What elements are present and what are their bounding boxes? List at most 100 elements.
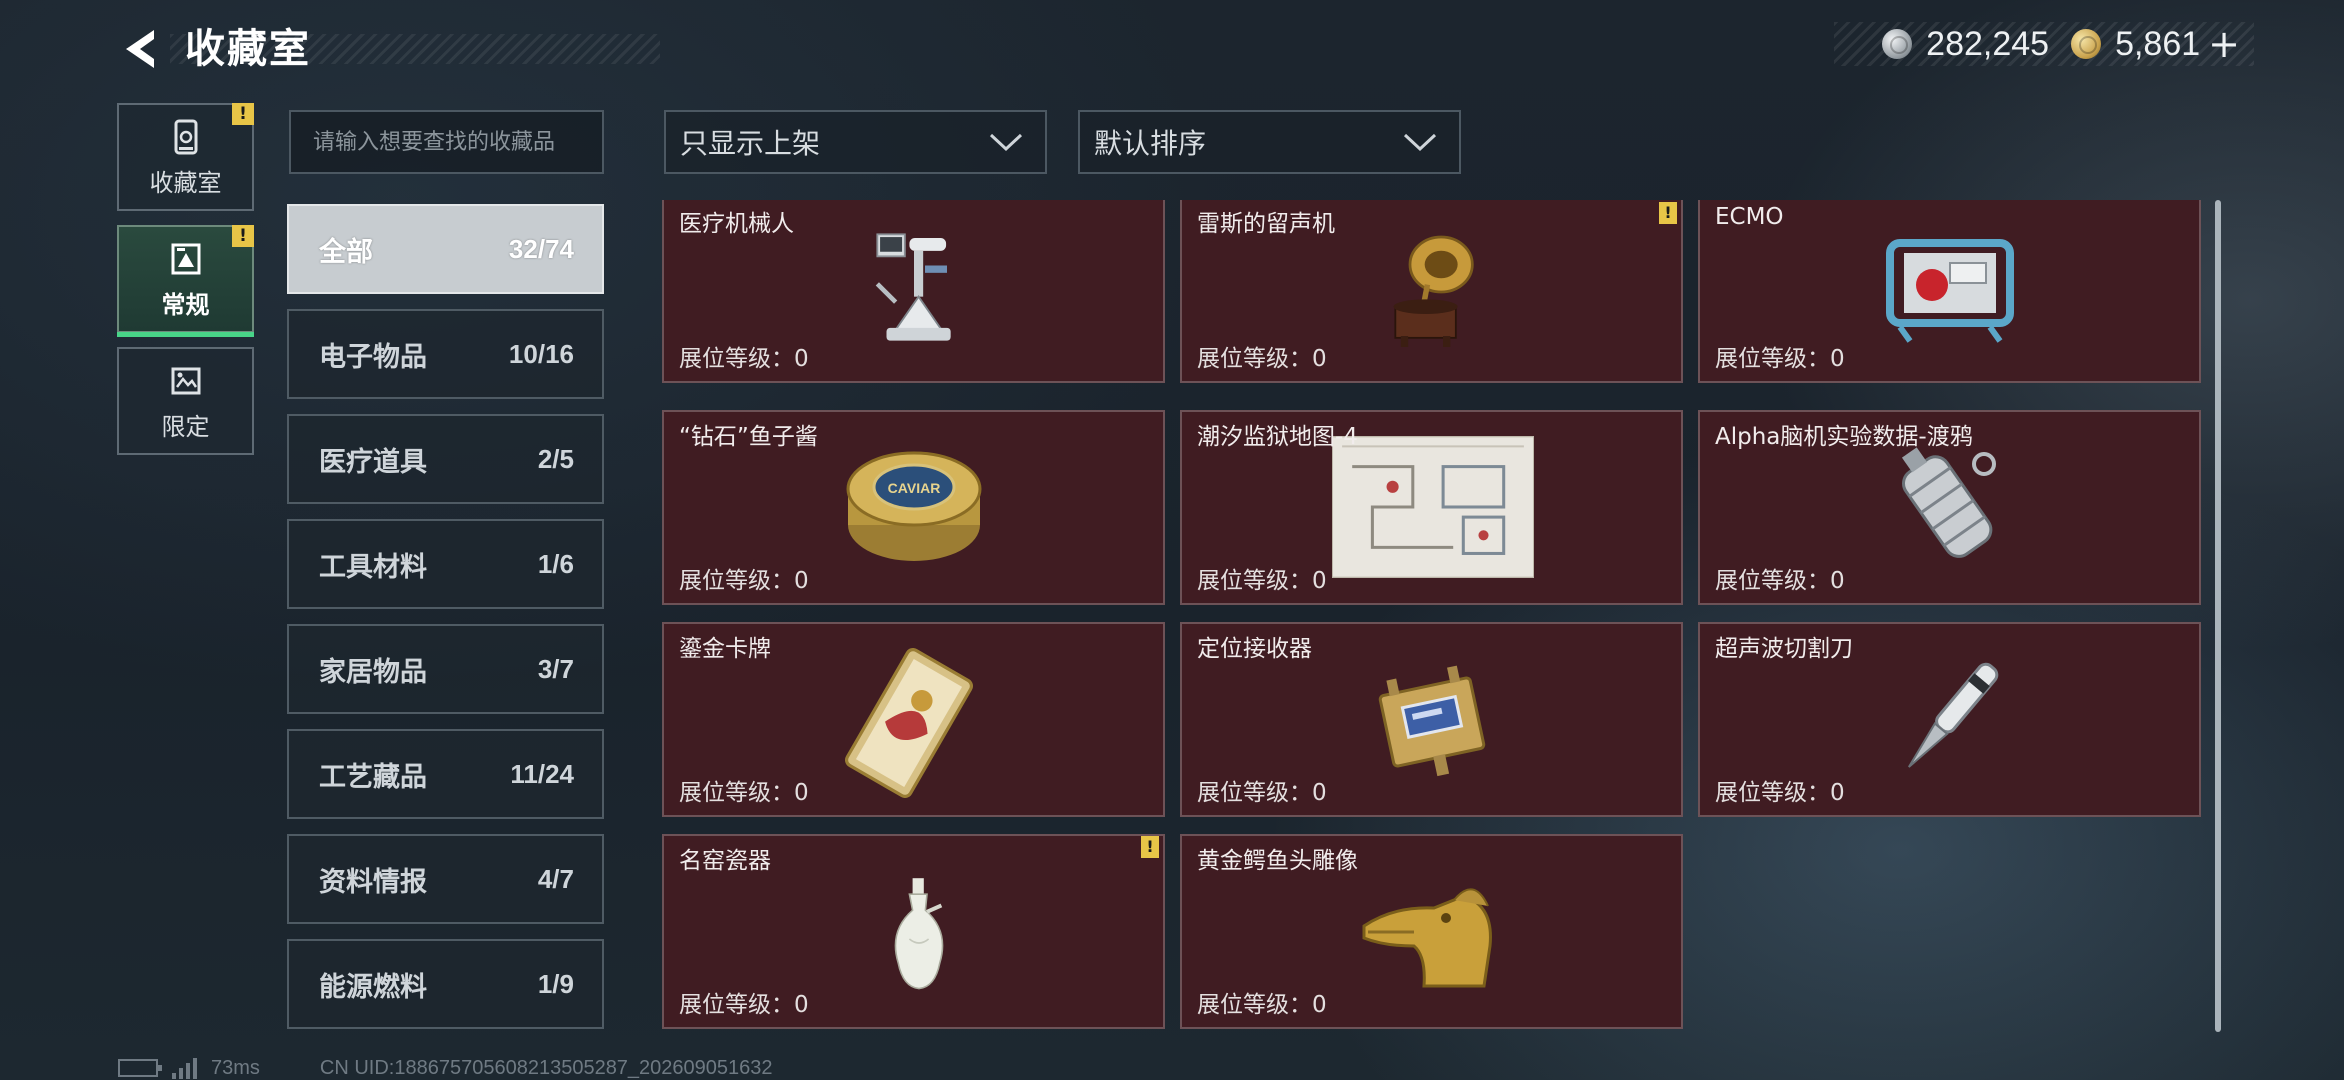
card-level: 展位等级：0: [679, 780, 809, 806]
card-level: 展位等级：0: [1715, 568, 1845, 594]
nav-label: 常规: [161, 290, 210, 319]
nav-item-limited[interactable]: 限定: [117, 347, 254, 455]
collection-card[interactable]: 定位接收器 展位等级：0: [1180, 622, 1683, 817]
add-currency-button[interactable]: +: [2208, 25, 2240, 63]
card-level: 展位等级：0: [679, 346, 809, 372]
status-footer: 73ms CN UID:18867570560821350528​7_20260…: [118, 1056, 773, 1080]
collection-grid: 医疗机械人 展位等级：0 雷斯的留声机 ! 展位等级：0 ECMO 展位等级：0…: [662, 200, 2202, 1032]
collection-card[interactable]: Alpha脑机实验数据-渡鸦 展位等级：0: [1698, 410, 2201, 605]
card-level: 展位等级：0: [679, 992, 809, 1018]
category-item-intel[interactable]: 资料情报 4/7: [287, 834, 604, 924]
card-level: 展位等级：0: [1197, 568, 1327, 594]
collection-card[interactable]: ECMO 展位等级：0: [1698, 200, 2201, 383]
category-name: 全部: [319, 236, 373, 268]
card-name: 超声波切割刀: [1715, 636, 1853, 662]
data-drive-art: [1901, 447, 1996, 558]
card-level: 展位等级：0: [1197, 992, 1327, 1018]
category-name: 电子物品: [319, 341, 427, 373]
chevron-down-icon: [989, 133, 1023, 152]
collection-card[interactable]: 鎏金卡牌 展位等级：0: [662, 622, 1165, 817]
collection-card[interactable]: 超声波切割刀 展位等级：0: [1698, 622, 2201, 817]
category-list: 全部 32/74 电子物品 10/16 医疗道具 2/5 工具材料 1/6 家居…: [287, 204, 604, 1044]
card-level: 展位等级：0: [1197, 780, 1327, 806]
card-level: 展位等级：0: [1715, 346, 1845, 372]
category-name: 医疗道具: [319, 446, 427, 478]
alert-badge: !: [232, 103, 254, 125]
category-count: 4/7: [537, 863, 574, 894]
category-item-electronics[interactable]: 电子物品 10/16: [287, 309, 604, 399]
card-name: 黄金鳄鱼头雕像: [1197, 848, 1358, 874]
category-item-crafts[interactable]: 工艺藏品 11/24: [287, 729, 604, 819]
category-name: 资料情报: [319, 866, 427, 898]
collection-card[interactable]: 潮汐监狱地图-4 展位等级：0: [1180, 410, 1683, 605]
card-name: ECMO: [1715, 204, 1784, 230]
gramophone-art: [1393, 235, 1474, 347]
category-count: 2/5: [537, 443, 574, 474]
category-count: 11/24: [510, 758, 574, 789]
prison-map-art: [1332, 436, 1534, 578]
nav-label: 收藏室: [149, 168, 222, 197]
display-filter-value: 只显示上架: [680, 127, 821, 160]
currency-bar: 282,245 5,861 +: [1834, 22, 2254, 66]
receiver-art: [1378, 665, 1486, 777]
collection-card[interactable]: 黄金鳄鱼头雕像 展位等级：0: [1180, 834, 1683, 1029]
category-item-medical[interactable]: 医疗道具 2/5: [287, 414, 604, 504]
category-item-all[interactable]: 全部 32/74: [287, 204, 604, 294]
card-name: 名窑瓷器: [679, 848, 771, 874]
category-name: 工具材料: [319, 551, 427, 583]
card-level: 展位等级：0: [679, 568, 809, 594]
collection-card[interactable]: 名窑瓷器 ! 展位等级：0: [662, 834, 1165, 1029]
grid-scrollbar[interactable]: [2215, 200, 2221, 1032]
page-title: 收藏室: [185, 26, 311, 72]
card-name: 医疗机械人: [679, 211, 794, 237]
page-header: 收藏室: [110, 22, 660, 76]
search-input[interactable]: [289, 110, 604, 174]
card-name: “钻石”鱼子酱: [679, 424, 818, 450]
category-count: 1/6: [537, 548, 574, 579]
card-level: 展位等级：0: [1197, 346, 1327, 372]
medical-robot-art: [875, 233, 951, 341]
category-count: 1/9: [537, 968, 574, 999]
card-name: 鎏金卡牌: [679, 636, 771, 662]
alert-badge: !: [232, 225, 254, 247]
category-count: 32/74: [508, 233, 574, 264]
limited-icon: [171, 367, 200, 394]
battery-icon: [118, 1059, 162, 1077]
silver-currency-value: 282,245: [1926, 24, 2050, 63]
signal-icon: [172, 1057, 197, 1079]
gold-crocodile-statue-art: [1362, 888, 1492, 988]
category-item-energy[interactable]: 能源燃料 1/9: [287, 939, 604, 1029]
section-nav: 收藏室 ! 常规 ! 限定: [117, 103, 254, 469]
ecmo-art: [1886, 239, 2014, 343]
gold-currency-value: 5,861: [2115, 24, 2201, 63]
caviar-tin-art: CAVIAR: [846, 451, 982, 561]
card-name: Alpha脑机实验数据-渡鸦: [1715, 424, 1973, 450]
category-name: 能源燃料: [319, 971, 427, 1003]
sort-dropdown[interactable]: 默认排序: [1078, 110, 1461, 174]
card-level: 展位等级：0: [1715, 780, 1845, 806]
card-name: 潮汐监狱地图-4: [1197, 424, 1358, 450]
collection-card[interactable]: 医疗机械人 展位等级：0: [662, 200, 1165, 383]
porcelain-vase-art: [894, 878, 944, 990]
display-filter-dropdown[interactable]: 只显示上架: [664, 110, 1047, 174]
regular-icon: [171, 243, 200, 274]
category-item-household[interactable]: 家居物品 3/7: [287, 624, 604, 714]
ping-value: 73ms: [211, 1056, 260, 1079]
collection-card[interactable]: “钻石”鱼子酱 CAVIAR 展位等级：0: [662, 410, 1165, 605]
collection-room-icon: [174, 119, 197, 154]
caviar-label: CAVIAR: [888, 480, 941, 496]
nav-item-regular[interactable]: 常规 !: [117, 225, 254, 337]
collection-card[interactable]: 雷斯的留声机 ! 展位等级：0: [1180, 200, 1683, 383]
card-name: 定位接收器: [1197, 636, 1312, 662]
uid-text: CN UID:18867570560821350528​7_2026090516…: [319, 1056, 773, 1079]
sort-value: 默认排序: [1094, 127, 1207, 160]
nav-item-collection-room[interactable]: 收藏室 !: [117, 103, 254, 211]
back-arrow-icon[interactable]: [118, 26, 164, 72]
alert-badge: !: [1659, 202, 1677, 224]
category-count: 10/16: [508, 338, 574, 369]
chevron-down-icon: [1403, 133, 1437, 152]
category-name: 工艺藏品: [319, 761, 427, 793]
alert-badge: !: [1141, 836, 1159, 858]
category-item-tools[interactable]: 工具材料 1/6: [287, 519, 604, 609]
ultrasonic-knife-art: [1908, 662, 1999, 768]
